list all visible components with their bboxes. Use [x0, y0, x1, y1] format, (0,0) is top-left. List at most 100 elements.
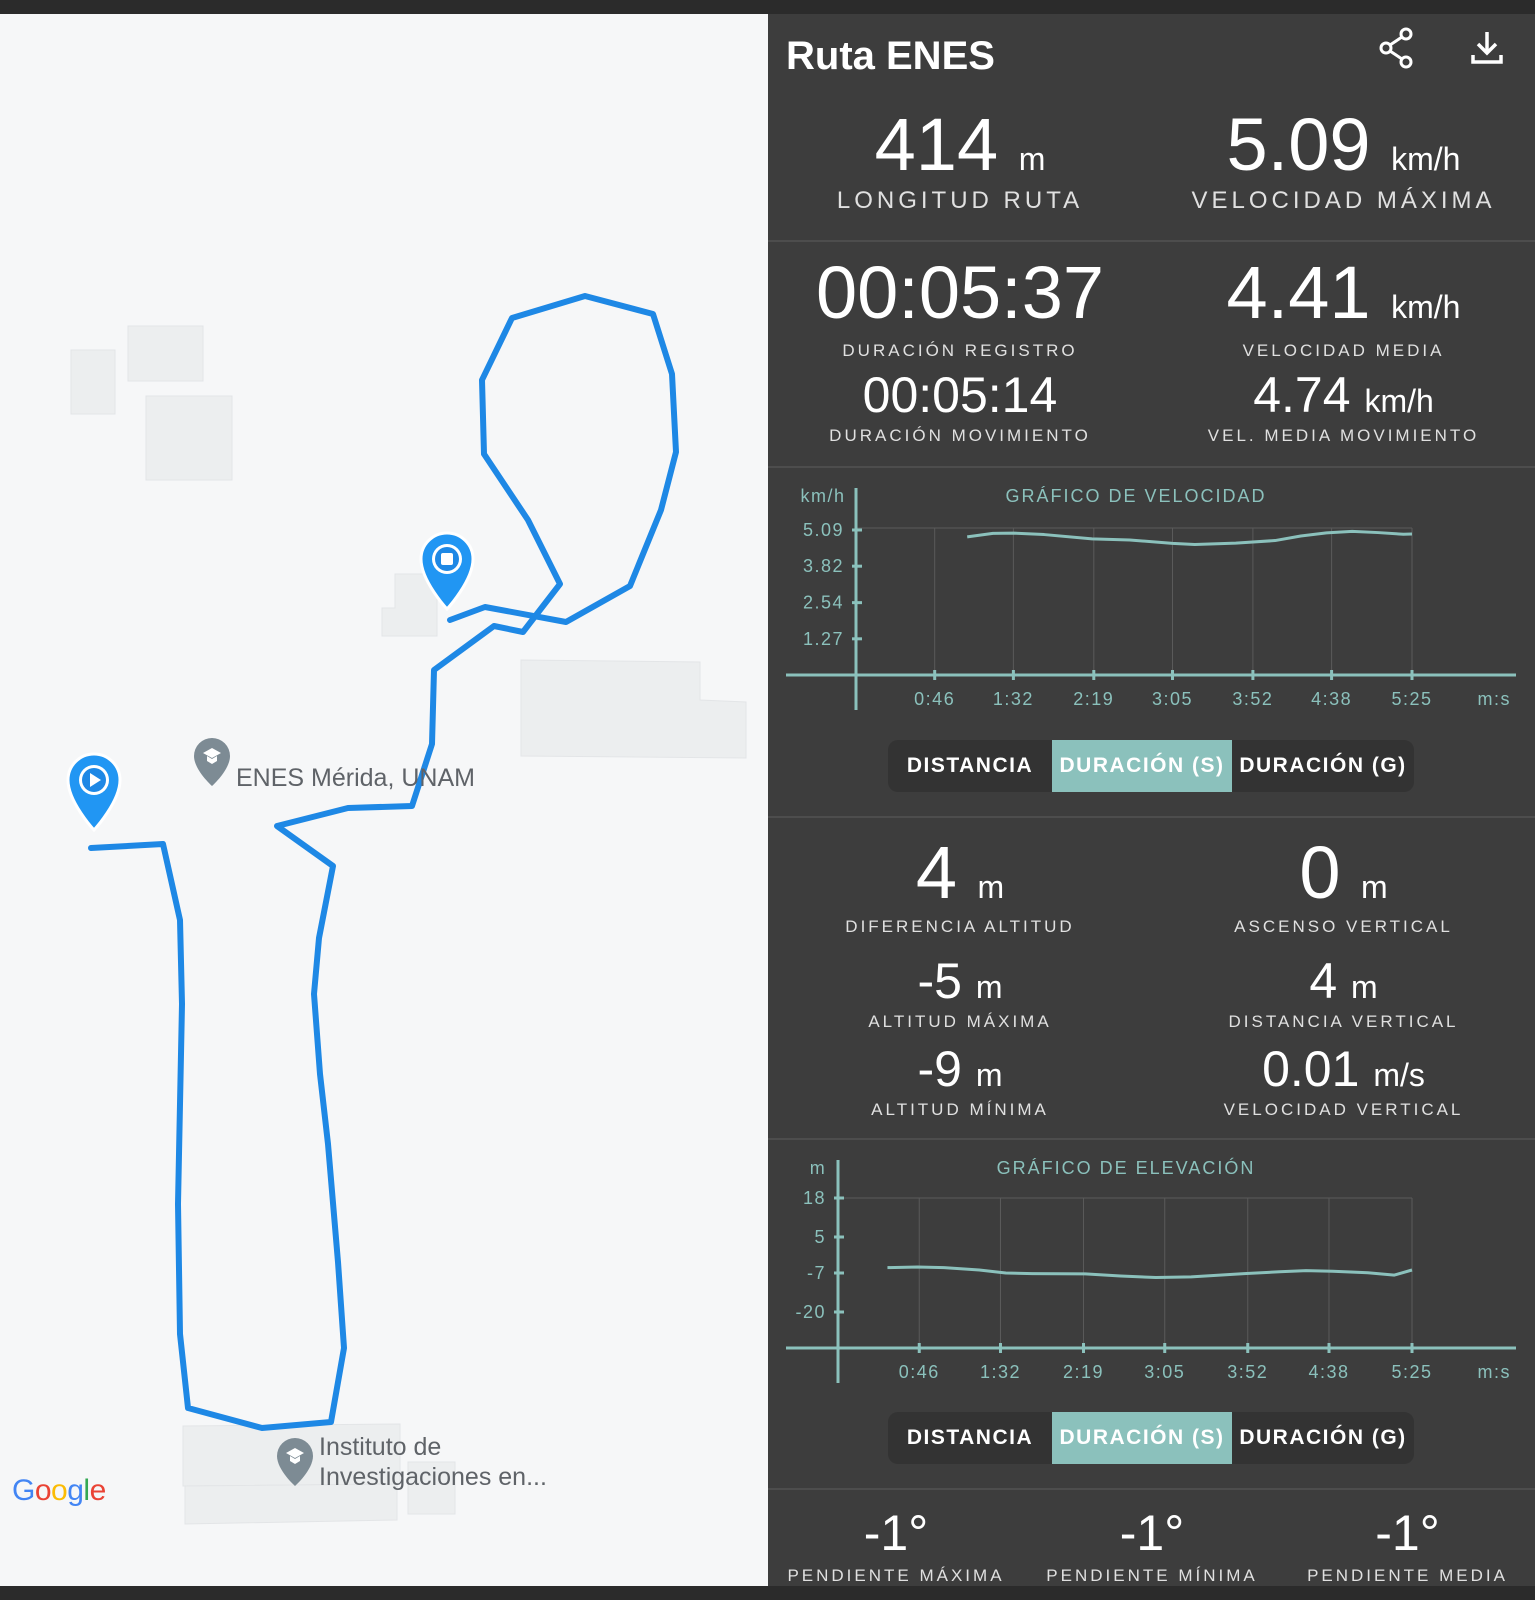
x-tick-label: 0:46 — [899, 1362, 940, 1382]
avg-speed-label: VELOCIDAD MEDIA — [1242, 341, 1445, 360]
speed-chart-svg: 0:46 1:32 2:19 3:05 3:52 4:38 5:25 1.27 2.54 3.82… — [786, 486, 1516, 710]
share-button[interactable] — [1372, 22, 1422, 72]
map-view[interactable]: ENES Mérida, UNAM Instituto de Investiga… — [0, 14, 768, 1586]
x-tick-label: 2:19 — [1073, 689, 1114, 709]
vertical-distance-value: 4 — [1309, 953, 1338, 1009]
speed-chart[interactable]: 0:46 1:32 2:19 3:05 3:52 4:38 5:25 1.27 2.54 3.82… — [786, 480, 1516, 720]
building-shape — [520, 659, 747, 759]
elevation-chart-svg: 0:46 1:32 2:19 3:05 3:52 4:38 5:25 -20 -7 5 18 m m:s… — [786, 1157, 1516, 1383]
min-altitude-stat: -9 m ALTITUD MÍNIMA — [768, 1040, 1152, 1120]
vertical-speed-label: VELOCIDAD VERTICAL — [1223, 1100, 1464, 1119]
vertical-distance-label: DISTANCIA VERTICAL — [1228, 1012, 1459, 1031]
download-button[interactable] — [1462, 22, 1512, 72]
moving-avg-speed-value: 4.74 — [1253, 367, 1351, 423]
record-duration-value: 00:05:37 — [815, 251, 1105, 334]
x-tick-label: 1:32 — [980, 1362, 1021, 1382]
speed-chart-toggle[interactable]: DISTANCIA DURACIÓN (S) DURACIÓN (G) — [888, 740, 1414, 792]
toggle-duration-s-button[interactable]: DURACIÓN (S) — [1052, 740, 1232, 792]
min-slope-stat: -1° PENDIENTE MÍNIMA — [1024, 1504, 1280, 1586]
toggle-distance-button[interactable]: DISTANCIA — [888, 1412, 1052, 1464]
avg-slope-stat: -1° PENDIENTE MEDIA — [1280, 1504, 1535, 1586]
avg-speed-value: 4.41 — [1226, 251, 1371, 334]
place-label[interactable]: Investigaciones en... — [319, 1462, 547, 1493]
max-altitude-unit: m — [975, 969, 1003, 1005]
x-tick-label: 3:52 — [1227, 1362, 1268, 1382]
chart-title: GRÁFICO DE VELOCIDAD — [1005, 486, 1266, 506]
route-length-label: LONGITUD RUTA — [836, 187, 1084, 214]
moving-avg-speed-stat: 4.74 km/h VEL. MEDIA MOVIMIENTO — [1152, 366, 1535, 446]
x-tick-label: 4:38 — [1311, 689, 1352, 709]
x-axis-label: m:s — [1478, 1362, 1512, 1382]
y-tick-label: 1.27 — [803, 629, 844, 649]
max-slope-stat: -1° PENDIENTE MÁXIMA — [768, 1504, 1024, 1586]
min-slope-label: PENDIENTE MÍNIMA — [1046, 1566, 1258, 1585]
avg-speed-stat: 4.41 km/h VELOCIDAD MEDIA — [1152, 250, 1535, 361]
route-length-value: 414 — [874, 103, 999, 186]
y-axis-label: km/h — [800, 486, 845, 506]
route-title: Ruta ENES — [786, 34, 995, 78]
building-shape — [127, 325, 204, 382]
record-duration-stat: 00:05:37 DURACIÓN REGISTRO — [768, 250, 1152, 361]
avg-slope-label: PENDIENTE MEDIA — [1307, 1566, 1508, 1585]
max-altitude-label: ALTITUD MÁXIMA — [868, 1012, 1052, 1031]
avg-slope-value: -1° — [1375, 1505, 1440, 1561]
divider — [768, 816, 1535, 818]
min-altitude-label: ALTITUD MÍNIMA — [871, 1100, 1049, 1119]
share-icon — [1379, 27, 1413, 69]
altitude-diff-value: 4 — [915, 831, 957, 914]
vertical-distance-stat: 4 m DISTANCIA VERTICAL — [1152, 952, 1535, 1032]
school-marker-icon — [194, 738, 230, 786]
min-altitude-unit: m — [975, 1057, 1003, 1093]
google-logo: Google — [12, 1474, 106, 1507]
elevation-chart[interactable]: 0:46 1:32 2:19 3:05 3:52 4:38 5:25 -20 -7 5 18 m m:s… — [786, 1152, 1516, 1392]
moving-duration-label: DURACIÓN MOVIMIENTO — [829, 426, 1091, 445]
toggle-duration-g-button[interactable]: DURACIÓN (G) — [1232, 1412, 1414, 1464]
altitude-diff-unit: m — [977, 869, 1005, 905]
vertical-speed-stat: 0.01 m/s VELOCIDAD VERTICAL — [1152, 1040, 1535, 1120]
x-tick-label: 3:52 — [1232, 689, 1273, 709]
divider — [768, 1138, 1535, 1140]
status-bar-strip — [0, 0, 1535, 14]
max-slope-value: -1° — [863, 1505, 929, 1561]
vertical-distance-unit: m — [1351, 969, 1378, 1005]
toggle-distance-button[interactable]: DISTANCIA — [888, 740, 1052, 792]
max-altitude-stat: -5 m ALTITUD MÁXIMA — [768, 952, 1152, 1032]
divider — [768, 1488, 1535, 1490]
y-axis-label: m — [810, 1158, 827, 1178]
moving-avg-speed-unit: km/h — [1364, 383, 1434, 419]
min-altitude-value: -9 — [917, 1041, 962, 1097]
divider — [768, 240, 1535, 242]
building-shape — [70, 349, 116, 415]
max-speed-stat: 5.09 km/h VELOCIDAD MÁXIMA — [1152, 102, 1535, 215]
vertical-ascent-unit: m — [1361, 869, 1388, 905]
start-marker-icon — [66, 752, 122, 833]
route-length-stat: 414 m LONGITUD RUTA — [768, 102, 1152, 215]
max-altitude-value: -5 — [917, 953, 962, 1009]
vertical-ascent-stat: 0 m ASCENSO VERTICAL — [1152, 830, 1535, 937]
x-tick-label: 3:05 — [1144, 1362, 1185, 1382]
y-tick-label: 2.54 — [803, 593, 844, 613]
y-tick-label: 3.82 — [803, 556, 844, 576]
y-tick-label: 5.09 — [803, 520, 844, 540]
x-tick-label: 3:05 — [1152, 689, 1193, 709]
elevation-chart-toggle[interactable]: DISTANCIA DURACIÓN (S) DURACIÓN (G) — [888, 1412, 1414, 1464]
x-tick-label: 4:38 — [1308, 1362, 1349, 1382]
toggle-duration-g-button[interactable]: DURACIÓN (G) — [1232, 740, 1414, 792]
x-tick-label: 5:25 — [1391, 689, 1432, 709]
building-shape — [145, 395, 233, 481]
y-tick-label: -20 — [795, 1302, 826, 1322]
chart-title: GRÁFICO DE ELEVACIÓN — [997, 1157, 1256, 1178]
nav-bar-strip — [0, 1586, 1535, 1600]
place-label[interactable]: ENES Mérida, UNAM — [236, 763, 475, 794]
place-label[interactable]: Instituto de — [319, 1432, 441, 1463]
max-speed-value: 5.09 — [1226, 103, 1371, 186]
x-tick-label: 0:46 — [914, 689, 955, 709]
moving-avg-speed-label: VEL. MEDIA MOVIMIENTO — [1207, 426, 1480, 445]
route-length-unit: m — [1018, 141, 1046, 177]
vertical-speed-unit: m/s — [1373, 1057, 1425, 1093]
x-tick-label: 1:32 — [993, 689, 1034, 709]
divider — [768, 466, 1535, 468]
toggle-duration-s-button[interactable]: DURACIÓN (S) — [1052, 1412, 1232, 1464]
download-icon — [1471, 32, 1503, 64]
x-tick-label: 2:19 — [1063, 1362, 1104, 1382]
